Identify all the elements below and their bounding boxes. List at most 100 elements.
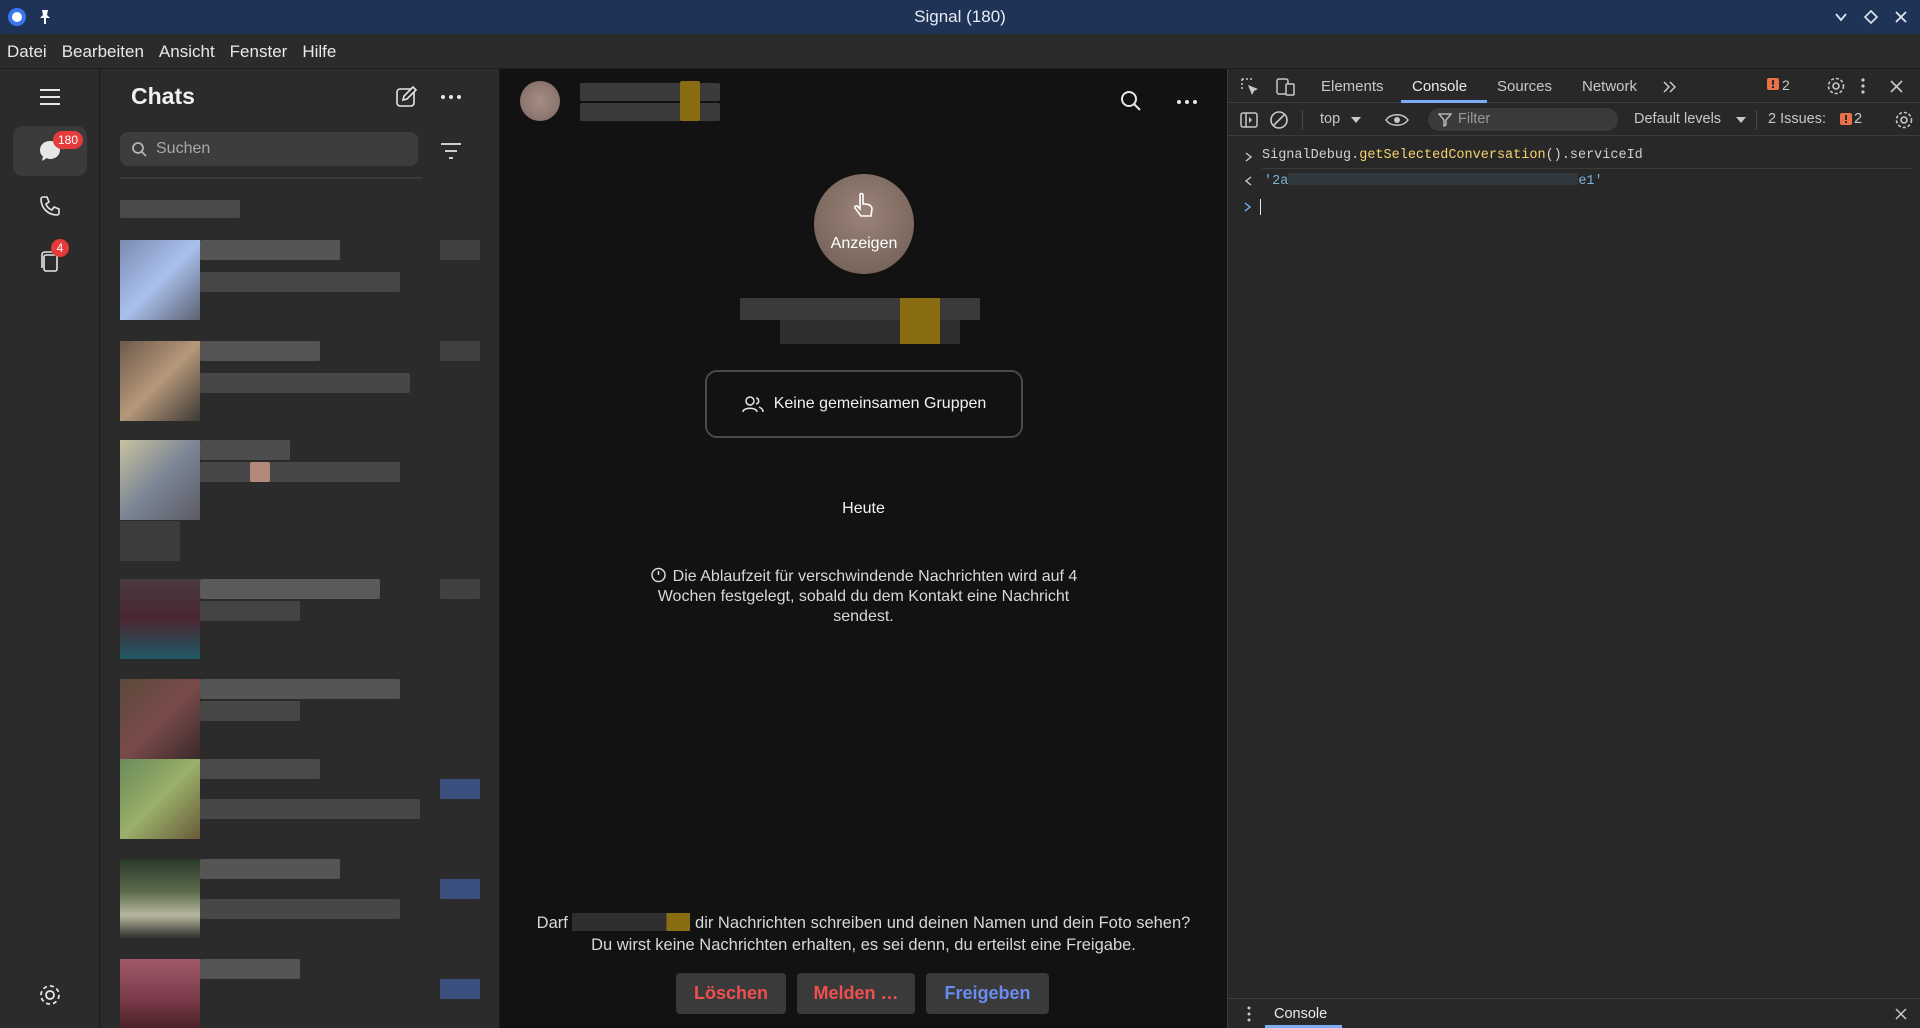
- chat-list-item[interactable]: [120, 341, 490, 425]
- nav-chats-button[interactable]: 180: [13, 126, 87, 176]
- delete-button[interactable]: Löschen: [676, 973, 786, 1014]
- devtools-settings-icon[interactable]: [1826, 76, 1846, 96]
- issues-label[interactable]: 2 Issues:: [1768, 111, 1826, 127]
- avatar: [120, 759, 200, 839]
- issues-count[interactable]: 2: [1854, 111, 1862, 127]
- chat-list-panel: Chats: [100, 69, 500, 1028]
- close-drawer-icon[interactable]: [1895, 1008, 1907, 1020]
- close-devtools-icon[interactable]: [1890, 80, 1903, 93]
- menu-ansicht[interactable]: Ansicht: [152, 34, 223, 62]
- search-icon[interactable]: [1120, 90, 1142, 112]
- nav-stories-button[interactable]: 4: [13, 236, 87, 286]
- menu-datei[interactable]: Datei: [0, 34, 55, 62]
- avatar: [120, 859, 200, 939]
- warnings-count[interactable]: 2: [1782, 77, 1790, 93]
- report-button[interactable]: Melden …: [797, 973, 915, 1014]
- hamburger-menu-icon[interactable]: [38, 87, 62, 107]
- log-levels-selector[interactable]: Default levels: [1634, 111, 1721, 127]
- console-settings-icon[interactable]: [1894, 110, 1914, 130]
- section-header-blurred: [120, 200, 240, 218]
- chat-list-item[interactable]: [120, 679, 490, 763]
- contact-name-blurred: [740, 298, 980, 320]
- filter-icon[interactable]: [440, 142, 462, 160]
- console-output-value[interactable]: '2a e1': [1264, 173, 1603, 189]
- console-prompt-input[interactable]: [1260, 199, 1261, 215]
- avatar: [120, 579, 200, 659]
- devtools-panel: Elements Console Sources Network 2 top F…: [1227, 69, 1920, 1028]
- eye-icon[interactable]: [1385, 113, 1409, 127]
- compose-icon[interactable]: [394, 85, 418, 109]
- window-titlebar: Signal (180): [0, 0, 1920, 34]
- group-icon: [741, 396, 764, 413]
- timer-icon: [650, 567, 666, 583]
- hand-pointer-icon: [854, 192, 873, 217]
- navigation-rail: 180 4: [0, 69, 100, 1028]
- no-common-groups-label: Keine gemeinsamen Gruppen: [773, 395, 987, 412]
- chat-list-item[interactable]: [120, 859, 490, 943]
- contact-name-blurred: [572, 913, 691, 931]
- search-input[interactable]: [156, 132, 406, 166]
- more-options-icon[interactable]: [1176, 99, 1198, 105]
- chat-list-item[interactable]: [120, 759, 490, 843]
- clear-console-icon[interactable]: [1269, 110, 1289, 130]
- console-toolbar: top Filter Default levels 2 Issues: 2: [1228, 103, 1920, 136]
- settings-gear-icon[interactable]: [37, 982, 63, 1008]
- avatar-reveal-button[interactable]: Anzeigen: [814, 174, 914, 274]
- sidebar-toggle-icon[interactable]: [1240, 111, 1258, 129]
- service-id-blurred: [1288, 173, 1579, 185]
- console-filter[interactable]: Filter: [1428, 108, 1618, 131]
- nav-calls-button[interactable]: [13, 181, 87, 231]
- more-options-icon[interactable]: [439, 94, 463, 100]
- console-input-line[interactable]: SignalDebug.getSelectedConversation().se…: [1262, 148, 1643, 163]
- chevron-down-icon: [1736, 117, 1746, 123]
- tab-console[interactable]: Console: [1412, 78, 1467, 95]
- avatar: [120, 240, 200, 320]
- devtools-drawer: Console: [1228, 998, 1920, 1028]
- contact-avatar[interactable]: [520, 81, 560, 121]
- search-box[interactable]: [120, 132, 418, 166]
- input-prompt-icon: [1245, 152, 1253, 162]
- chat-list-item[interactable]: [120, 579, 490, 663]
- menu-fenster[interactable]: Fenster: [223, 34, 296, 62]
- tab-network[interactable]: Network: [1582, 78, 1637, 95]
- output-return-icon: [1244, 176, 1252, 186]
- filter-icon: [1438, 113, 1452, 127]
- avatar: [120, 679, 200, 759]
- menu-bar: Datei Bearbeiten Ansicht Fenster Hilfe: [0, 34, 1920, 69]
- date-divider: Heute: [842, 500, 885, 517]
- device-toolbar-icon[interactable]: [1274, 77, 1296, 97]
- context-selector[interactable]: top: [1320, 111, 1340, 127]
- inspect-element-icon[interactable]: [1240, 77, 1260, 97]
- filter-placeholder: Filter: [1458, 111, 1491, 127]
- prompt-icon: [1244, 202, 1252, 212]
- chat-list-item[interactable]: [120, 959, 490, 1028]
- chats-heading: Chats: [131, 83, 195, 109]
- accept-button[interactable]: Freigeben: [926, 973, 1049, 1014]
- conversation-panel: Anzeigen Keine gemeinsamen Gruppen Heute…: [500, 69, 1227, 1028]
- chat-list-item[interactable]: [120, 440, 490, 524]
- chat-list-item[interactable]: [120, 240, 490, 324]
- phone-icon: [40, 196, 60, 216]
- window-title: Signal (180): [914, 7, 1006, 26]
- chats-unread-badge: 180: [53, 131, 84, 149]
- avatar: [120, 959, 200, 1028]
- more-tabs-icon[interactable]: [1662, 80, 1678, 94]
- close-window-icon[interactable]: [1894, 10, 1908, 24]
- no-common-groups-button[interactable]: Keine gemeinsamen Gruppen: [705, 370, 1023, 438]
- issue-warning-icon: [1840, 113, 1852, 125]
- search-icon: [132, 142, 147, 157]
- maximize-icon[interactable]: [1863, 9, 1879, 25]
- drawer-menu-icon[interactable]: [1246, 1006, 1252, 1022]
- menu-bearbeiten[interactable]: Bearbeiten: [55, 34, 152, 62]
- avatar: [120, 341, 200, 421]
- kebab-menu-icon[interactable]: [1860, 77, 1866, 95]
- devtools-tabbar: Elements Console Sources Network 2: [1228, 69, 1920, 103]
- minimize-icon[interactable]: [1834, 10, 1848, 24]
- drawer-console-tab[interactable]: Console: [1274, 1006, 1327, 1022]
- tab-sources[interactable]: Sources: [1497, 78, 1552, 95]
- avatar: [120, 440, 200, 520]
- stories-badge: 4: [51, 239, 69, 257]
- tab-elements[interactable]: Elements: [1321, 78, 1384, 95]
- chevron-down-icon: [1351, 117, 1361, 123]
- menu-hilfe[interactable]: Hilfe: [295, 34, 344, 62]
